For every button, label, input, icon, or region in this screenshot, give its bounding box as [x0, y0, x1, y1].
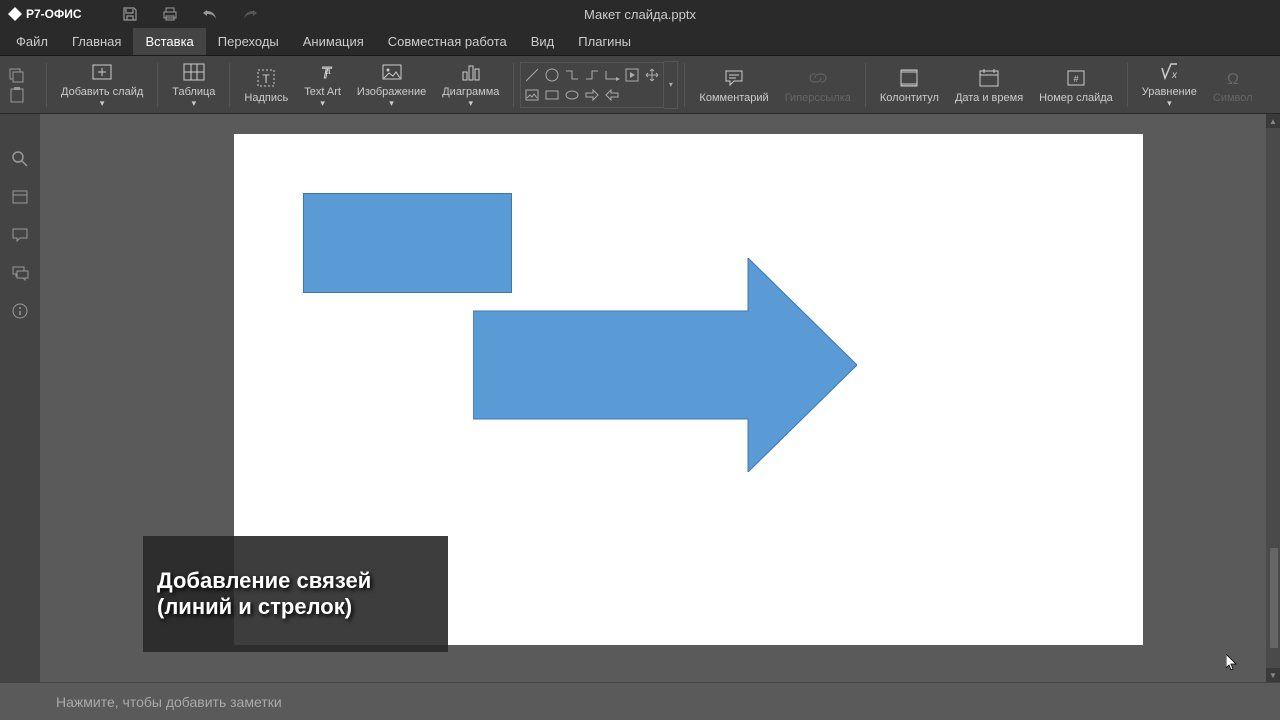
canvas-area[interactable]: Добавление связей (линий и стрелок) ▲ ▼ [40, 114, 1280, 682]
shape-line-icon[interactable] [523, 66, 541, 84]
scroll-down-icon[interactable]: ▼ [1266, 668, 1280, 682]
add-slide-button[interactable]: Добавить слайд ▾ [53, 58, 151, 112]
shape-connector3-icon[interactable] [603, 66, 621, 84]
notes-placeholder: Нажмите, чтобы добавить заметки [56, 694, 282, 710]
arrow-shape[interactable] [473, 258, 857, 472]
app-name: Р7-ОФИС [26, 7, 82, 21]
document-title: Макет слайда.pptx [584, 7, 696, 22]
equation-icon: x [1157, 60, 1181, 84]
date-time-icon [977, 66, 1001, 90]
slide-number-icon: # [1064, 66, 1088, 90]
image-button[interactable]: Изображение ▾ [349, 58, 434, 112]
menu-animation[interactable]: Анимация [291, 28, 376, 55]
table-icon [182, 60, 206, 84]
workspace: Добавление связей (линий и стрелок) ▲ ▼ [0, 114, 1280, 682]
tooltip-line1: Добавление связей [157, 568, 434, 594]
shape-imgframe-icon[interactable] [523, 86, 541, 104]
title-bar: Р7-ОФИС Макет слайда.pptx [0, 0, 1280, 28]
image-icon [380, 60, 404, 84]
shape-connector1-icon[interactable] [563, 66, 581, 84]
menu-home[interactable]: Главная [60, 28, 133, 55]
chart-button[interactable]: Диаграмма ▾ [434, 58, 507, 112]
comment-button[interactable]: Комментарий [691, 58, 776, 112]
print-icon[interactable] [162, 6, 178, 22]
left-sidebar [0, 114, 40, 682]
svg-text:T: T [263, 72, 271, 86]
hyperlink-icon [806, 66, 830, 90]
menu-plugins[interactable]: Плагины [566, 28, 643, 55]
mouse-cursor-icon [1226, 654, 1238, 672]
textart-icon: Ta [311, 60, 335, 84]
vertical-scrollbar[interactable]: ▲ ▼ [1266, 114, 1280, 682]
quick-actions [4, 63, 40, 107]
shape-connector2-icon[interactable] [583, 66, 601, 84]
help-tooltip: Добавление связей (линий и стрелок) [143, 536, 448, 652]
svg-text:#: # [1073, 74, 1078, 84]
title-actions [122, 6, 258, 22]
shape-move-icon[interactable] [643, 66, 661, 84]
menu-insert[interactable]: Вставка [133, 28, 205, 55]
svg-text:x: x [1171, 70, 1178, 81]
comment-icon [722, 66, 746, 90]
shape-play-icon[interactable] [623, 66, 641, 84]
svg-text:a: a [325, 66, 331, 77]
tooltip-line2: (линий и стрелок) [157, 594, 434, 620]
scroll-thumb[interactable] [1270, 548, 1278, 648]
textart-button[interactable]: Ta Text Art ▾ [296, 58, 349, 112]
menu-bar: Файл Главная Вставка Переходы Анимация С… [0, 28, 1280, 56]
equation-button[interactable]: x Уравнение ▾ [1134, 58, 1205, 112]
copy-icon[interactable] [8, 67, 26, 83]
shape-rect-icon[interactable] [543, 86, 561, 104]
app-logo: Р7-ОФИС [8, 7, 82, 21]
undo-icon[interactable] [202, 7, 218, 21]
chart-icon [459, 60, 483, 84]
symbol-icon: Ω [1221, 66, 1245, 90]
header-footer-icon [897, 66, 921, 90]
save-icon[interactable] [122, 6, 138, 22]
menu-view[interactable]: Вид [519, 28, 567, 55]
insert-toolbar: Добавить слайд ▾ Таблица ▾ T Надпись Ta … [0, 56, 1280, 114]
shape-gallery [520, 62, 664, 108]
slides-panel-icon[interactable] [11, 188, 29, 206]
shape-ellipse-icon[interactable] [563, 86, 581, 104]
slide-number-button[interactable]: # Номер слайда [1031, 58, 1121, 112]
chat-panel-icon[interactable] [11, 264, 29, 282]
svg-text:Ω: Ω [1227, 71, 1239, 88]
logo-icon [8, 7, 22, 21]
table-button[interactable]: Таблица ▾ [164, 58, 223, 112]
scroll-up-icon[interactable]: ▲ [1266, 114, 1280, 128]
header-footer-button[interactable]: Колонтитул [872, 58, 947, 112]
textbox-icon: T [254, 66, 278, 90]
symbol-button: Ω Символ [1205, 58, 1261, 112]
notes-bar[interactable]: Нажмите, чтобы добавить заметки [0, 682, 1280, 720]
info-icon[interactable] [11, 302, 29, 320]
textbox-button[interactable]: T Надпись [236, 58, 296, 112]
add-slide-icon [90, 60, 114, 84]
hyperlink-button: Гиперссылка [777, 58, 859, 112]
shape-dropdown[interactable]: ▾ [664, 61, 678, 109]
menu-file[interactable]: Файл [4, 28, 60, 55]
shape-arrow-left-icon[interactable] [603, 86, 621, 104]
menu-collab[interactable]: Совместная работа [376, 28, 519, 55]
paste-icon[interactable] [8, 87, 26, 103]
comments-panel-icon[interactable] [11, 226, 29, 244]
search-icon[interactable] [11, 150, 29, 168]
date-time-button[interactable]: Дата и время [947, 58, 1031, 112]
shape-arrow-right-icon[interactable] [583, 86, 601, 104]
shape-circle-icon[interactable] [543, 66, 561, 84]
menu-transitions[interactable]: Переходы [206, 28, 291, 55]
redo-icon[interactable] [242, 7, 258, 21]
